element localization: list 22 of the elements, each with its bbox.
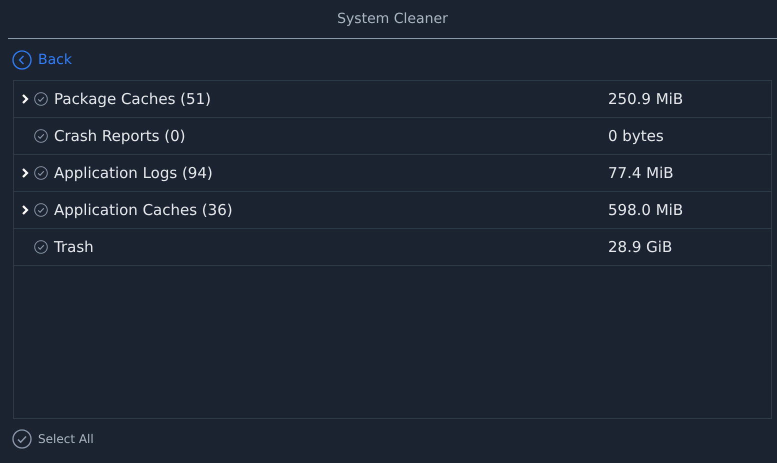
item-checkbox[interactable] xyxy=(34,129,48,143)
item-checkbox[interactable] xyxy=(34,240,48,254)
item-size: 28.9 GiB xyxy=(608,238,672,256)
chevron-right-icon[interactable] xyxy=(20,204,30,216)
window-title: System Cleaner xyxy=(337,11,448,27)
item-size: 598.0 MiB xyxy=(608,201,684,219)
item-size: 77.4 MiB xyxy=(608,164,674,182)
item-size: 0 bytes xyxy=(608,127,664,145)
item-checkbox[interactable] xyxy=(34,166,48,180)
select-all-checkbox[interactable] xyxy=(12,429,32,449)
item-name: Crash Reports (0) xyxy=(54,127,186,145)
chevron-right-icon[interactable] xyxy=(20,167,30,179)
back-button[interactable]: Back xyxy=(12,50,72,70)
item-size: 250.9 MiB xyxy=(608,90,684,108)
item-name: Application Caches (36) xyxy=(54,201,234,219)
item-name: Application Logs (94) xyxy=(54,164,214,182)
select-all-label: Select All xyxy=(38,432,94,446)
item-checkbox[interactable] xyxy=(34,92,48,106)
chevron-right-icon[interactable] xyxy=(20,93,30,105)
item-checkbox[interactable] xyxy=(34,203,48,217)
item-name: Package Caches (51) xyxy=(54,90,212,108)
item-name: Trash xyxy=(54,238,95,256)
